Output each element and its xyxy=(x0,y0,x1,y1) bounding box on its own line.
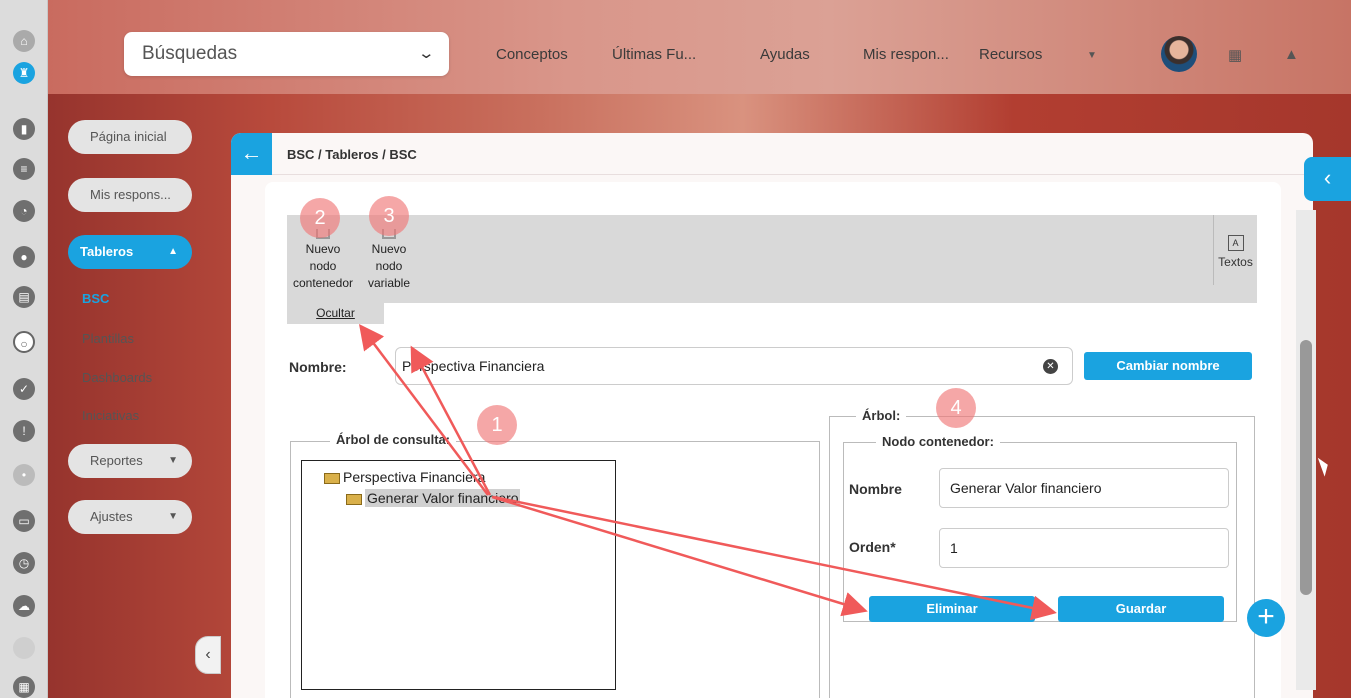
clear-icon[interactable]: ✕ xyxy=(1043,359,1058,374)
menu-ajustes[interactable]: Ajustes ▼ xyxy=(68,500,192,534)
nodo-legend: Nodo contenedor: xyxy=(876,434,1000,449)
chart-icon[interactable]: ▮ xyxy=(13,118,35,140)
submenu-plantillas[interactable]: Plantillas xyxy=(82,331,134,346)
submenu-bsc[interactable]: BSC xyxy=(82,291,109,306)
tb-line: variable xyxy=(367,276,411,290)
arbol-legend: Árbol: xyxy=(856,408,907,423)
panel-header: ← BSC / Tableros / BSC xyxy=(231,133,1313,175)
caret-down-icon: ▼ xyxy=(168,455,178,466)
step-badge: 2 xyxy=(300,198,340,238)
arbol-nombre-input[interactable]: Generar Valor financiero xyxy=(939,468,1229,508)
tb-line: Nuevo xyxy=(305,242,341,256)
tb-line: nodo xyxy=(309,259,337,273)
cambiar-nombre-button[interactable]: Cambiar nombre xyxy=(1084,352,1252,380)
collapse-menu-button[interactable]: ‹ xyxy=(195,636,221,674)
users-icon[interactable]: • xyxy=(13,464,35,486)
orden-label: Orden* xyxy=(849,539,896,555)
breadcrumb: BSC / Tableros / BSC xyxy=(287,147,417,162)
nav-ayudas[interactable]: Ayudas xyxy=(760,46,810,63)
nav-recursos[interactable]: Recursos xyxy=(979,46,1042,63)
search-label: Búsquedas xyxy=(142,43,238,64)
cloud-icon[interactable]: ☁ xyxy=(13,595,35,617)
cycle-icon[interactable]: ○ xyxy=(13,331,35,353)
bell-icon[interactable]: ▲ xyxy=(1284,46,1299,63)
tb-line: nodo xyxy=(375,259,403,273)
arbol-nombre-label: Nombre xyxy=(849,481,902,497)
menu-mis-respons[interactable]: Mis respons... xyxy=(68,178,192,212)
pie-icon[interactable]: ◔ xyxy=(13,200,35,222)
textos-label: Textos xyxy=(1218,255,1253,269)
calendar-icon[interactable]: ▦ xyxy=(13,676,35,698)
home-icon[interactable]: ⌂ xyxy=(13,30,35,52)
text-icon: A xyxy=(1227,235,1244,251)
more-dropdown-icon[interactable]: ▼ xyxy=(1087,50,1097,61)
tree-node-label: Perspectiva Financiera xyxy=(343,469,486,485)
toolbar: Nuevo nodo contenedor Nuevo nodo variabl… xyxy=(287,215,1257,303)
folder-open-icon xyxy=(346,493,362,505)
menu-tableros[interactable]: Tableros ▲ xyxy=(68,235,192,269)
step-badge: 1 xyxy=(477,405,517,445)
tree-node-root[interactable]: Perspectiva Financiera xyxy=(324,469,485,485)
nombre-input[interactable]: Perspectiva Financiera xyxy=(395,347,1073,385)
menu-reportes[interactable]: Reportes ▼ xyxy=(68,444,192,478)
shield-icon[interactable]: ● xyxy=(13,246,35,268)
ocultar-link[interactable]: Ocultar xyxy=(287,303,384,324)
caret-up-icon: ▲ xyxy=(168,246,178,257)
warning-icon[interactable]: ! xyxy=(13,420,35,442)
step-badge: 4 xyxy=(936,388,976,428)
tb-line: Nuevo xyxy=(371,242,407,256)
search-dropdown[interactable]: Búsquedas ⌄ xyxy=(124,32,449,76)
nuevo-nodo-contenedor-button[interactable]: Nuevo nodo contenedor xyxy=(287,229,359,292)
folder-open-icon xyxy=(324,472,340,484)
nav-mis-respon[interactable]: Mis respon... xyxy=(863,46,949,63)
textos-button[interactable]: A Textos xyxy=(1213,215,1257,285)
calendar-icon[interactable]: ▦ xyxy=(1228,46,1242,64)
mouse-cursor-icon xyxy=(1317,455,1332,477)
tree-legend: Árbol de consulta: xyxy=(330,432,457,447)
menu-ajustes-label: Ajustes xyxy=(90,509,133,524)
guardar-button[interactable]: Guardar xyxy=(1058,596,1224,622)
nav-conceptos[interactable]: Conceptos xyxy=(496,46,568,63)
right-panel-toggle[interactable]: ‹ xyxy=(1304,157,1351,201)
bsc-icon[interactable]: ♜ xyxy=(13,62,35,84)
blank-icon[interactable] xyxy=(13,637,35,659)
orden-input[interactable]: 1 xyxy=(939,528,1229,568)
menu-reportes-label: Reportes xyxy=(90,453,143,468)
document-icon[interactable]: ▤ xyxy=(13,286,35,308)
back-arrow-icon[interactable]: ← xyxy=(231,133,272,175)
nombre-label: Nombre: xyxy=(289,359,347,375)
tree-node-child[interactable]: Generar Valor financiero xyxy=(346,489,521,507)
submenu-iniciativas[interactable]: Iniciativas xyxy=(82,408,139,423)
caret-down-icon: ▼ xyxy=(168,511,178,522)
eliminar-button[interactable]: Eliminar xyxy=(869,596,1035,622)
step-badge: 3 xyxy=(369,196,409,236)
chevron-down-icon: ⌄ xyxy=(417,45,436,62)
menu-tableros-label: Tableros xyxy=(80,244,134,259)
clock-icon[interactable]: ◷ xyxy=(13,552,35,574)
check-icon[interactable]: ✓ xyxy=(13,378,35,400)
tb-line: contenedor xyxy=(292,276,354,290)
menu-pagina-inicial[interactable]: Página inicial xyxy=(68,120,192,154)
nav-ultimas[interactable]: Últimas Fu... xyxy=(612,46,696,63)
tree-view[interactable]: Perspectiva Financiera Generar Valor fin… xyxy=(301,460,616,690)
add-fab-button[interactable]: + xyxy=(1247,599,1285,637)
app-sidebar: ⌂ ♜ ▮ ≡ ◔ ● ▤ ○ ✓ ! • ▭ ◷ ☁ ▦ xyxy=(0,0,48,698)
board-icon[interactable]: ▭ xyxy=(13,510,35,532)
tree-node-label: Generar Valor financiero xyxy=(365,489,521,507)
avatar[interactable] xyxy=(1161,36,1197,72)
list-icon[interactable]: ≡ xyxy=(13,158,35,180)
nuevo-nodo-variable-button[interactable]: Nuevo nodo variable xyxy=(355,229,423,292)
scrollbar-thumb[interactable] xyxy=(1300,340,1312,595)
submenu-dashboards[interactable]: Dashboards xyxy=(82,370,152,385)
